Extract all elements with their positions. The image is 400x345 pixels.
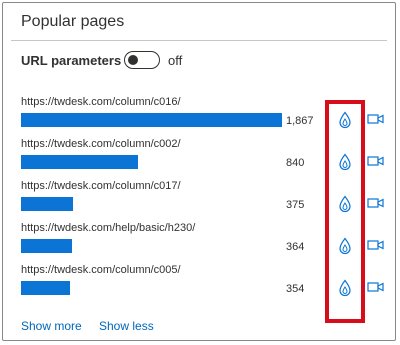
page-row: https://twdesk.com/column/c016/1,867 — [3, 96, 397, 138]
page-views-count: 375 — [286, 199, 305, 211]
page-row: https://twdesk.com/column/c002/840 — [3, 138, 397, 180]
page-views-bar — [21, 155, 138, 169]
page-url[interactable]: https://twdesk.com/help/basic/h230/ — [21, 222, 195, 234]
page-views-bar — [21, 239, 72, 253]
page-url[interactable]: https://twdesk.com/column/c017/ — [21, 180, 181, 192]
toggle-state-text: off — [168, 53, 183, 68]
show-more-link[interactable]: Show more — [21, 319, 82, 333]
camera-icon[interactable] — [367, 196, 385, 210]
drop-icon[interactable] — [338, 153, 352, 171]
drop-icon[interactable] — [338, 279, 352, 297]
page-views-count: 1,867 — [286, 115, 314, 127]
title-divider — [11, 40, 387, 41]
camera-icon[interactable] — [367, 280, 385, 294]
page-views-bar — [21, 113, 282, 127]
page-url[interactable]: https://twdesk.com/column/c016/ — [21, 96, 181, 108]
page-row: https://twdesk.com/column/c017/375 — [3, 180, 397, 222]
drop-icon[interactable] — [338, 111, 352, 129]
page-views-count: 364 — [286, 241, 305, 253]
toggle-knob — [128, 54, 138, 65]
page-url[interactable]: https://twdesk.com/column/c002/ — [21, 138, 181, 150]
show-less-link[interactable]: Show less — [99, 319, 154, 333]
url-parameters-toggle[interactable] — [124, 51, 160, 69]
popular-pages-card: Popular pages URL parameters off https:/… — [2, 2, 396, 341]
camera-icon[interactable] — [367, 112, 385, 126]
page-row: https://twdesk.com/help/basic/h230/364 — [3, 222, 397, 264]
page-views-count: 840 — [286, 157, 305, 169]
page-views-bar — [21, 281, 70, 295]
page-row: https://twdesk.com/column/c005/354 — [3, 264, 397, 306]
card-title: Popular pages — [21, 13, 125, 30]
camera-icon[interactable] — [367, 238, 385, 252]
drop-icon[interactable] — [338, 195, 352, 213]
page-views-count: 354 — [286, 283, 305, 295]
url-parameters-label: URL parameters — [21, 53, 122, 68]
camera-icon[interactable] — [367, 154, 385, 168]
page-url[interactable]: https://twdesk.com/column/c005/ — [21, 264, 181, 276]
page-views-bar — [21, 197, 73, 211]
drop-icon[interactable] — [338, 237, 352, 255]
